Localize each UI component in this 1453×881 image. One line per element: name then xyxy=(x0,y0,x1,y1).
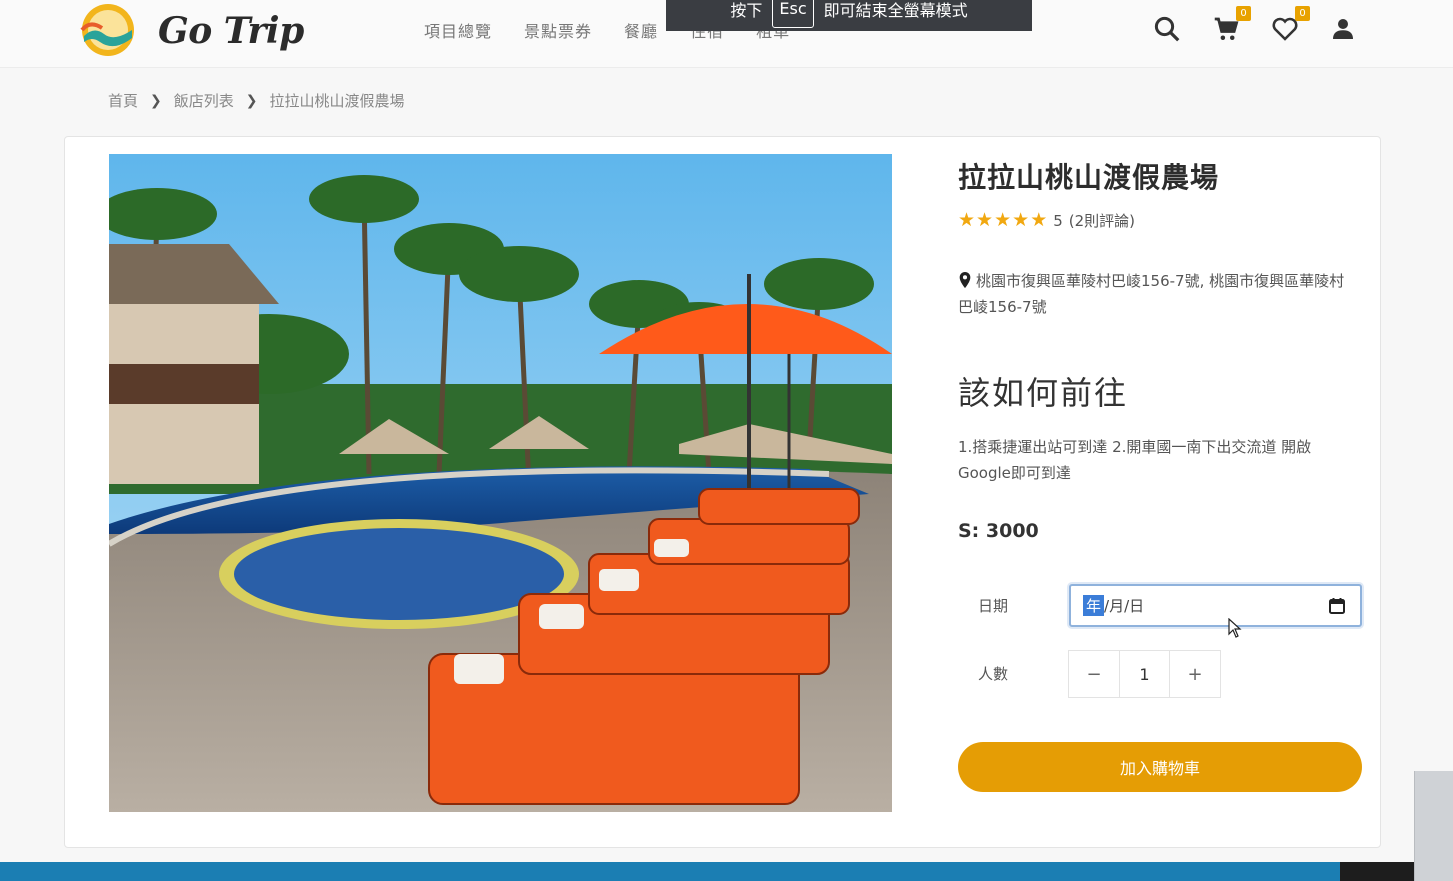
nav-item-tickets[interactable]: 景點票券 xyxy=(524,18,592,42)
quantity-value[interactable]: 1 xyxy=(1119,651,1170,697)
review-count[interactable]: (2則評論) xyxy=(1069,210,1135,231)
increment-button[interactable]: + xyxy=(1170,651,1220,697)
calendar-icon[interactable] xyxy=(1328,597,1346,615)
star-icon: ★ xyxy=(1030,209,1048,231)
add-to-cart-button[interactable]: 加入購物車 xyxy=(958,742,1362,792)
brand-name[interactable]: Go Trip xyxy=(158,10,304,52)
nav-item-restaurants[interactable]: 餐廳 xyxy=(624,18,658,42)
directions-heading: 該如何前往 xyxy=(958,374,1129,412)
breadcrumb-hotel-list[interactable]: 飯店列表 xyxy=(174,90,234,111)
cart-button[interactable]: 0 xyxy=(1211,6,1251,44)
breadcrumb-home[interactable]: 首頁 xyxy=(108,90,138,111)
breadcrumb-current: 拉拉山桃山渡假農場 xyxy=(269,92,405,110)
date-rest-segment[interactable]: /月/日 xyxy=(1104,595,1144,616)
breadcrumb: 首頁 ❯ 飯店列表 ❯ 拉拉山桃山渡假農場 xyxy=(108,90,405,111)
star-icon: ★ xyxy=(976,209,994,231)
chevron-right-icon: ❯ xyxy=(150,92,162,109)
quantity-stepper: − 1 + xyxy=(1068,650,1221,698)
address-text: 桃園市復興區華陵村巴崚156-7號, 桃園市復興區華陵村巴崚156-7號 xyxy=(958,272,1345,316)
toast-suffix: 即可結束全螢幕模式 xyxy=(823,0,968,20)
chevron-right-icon: ❯ xyxy=(245,92,258,109)
date-year-segment[interactable]: 年 xyxy=(1083,595,1105,616)
directions-text: 1.搭乘捷運出站可到達 2.開車國一南下出交流道 開啟Google即可到達 xyxy=(958,438,1312,482)
logo-icon[interactable] xyxy=(80,2,136,58)
toast-prefix: 按下 xyxy=(730,0,763,20)
decrement-button[interactable]: − xyxy=(1069,651,1119,697)
star-rating: ★ ★ ★ ★ ★ xyxy=(958,211,1047,230)
star-icon: ★ xyxy=(994,209,1012,231)
wishlist-count-badge: 0 xyxy=(1295,6,1310,21)
wishlist-button[interactable]: 0 xyxy=(1270,6,1310,44)
product-title: 拉拉山桃山渡假農場 xyxy=(958,161,1220,194)
nav-item-overview[interactable]: 項目總覽 xyxy=(424,18,492,42)
price: S: 3000 xyxy=(958,520,1039,542)
location-pin-icon xyxy=(959,272,971,288)
date-input[interactable]: 年/月/日 xyxy=(1069,584,1362,627)
search-icon[interactable] xyxy=(1152,14,1182,44)
address: 桃園市復興區華陵村巴崚156-7號, 桃園市復興區華陵村巴崚156-7號 xyxy=(958,268,1358,320)
date-label: 日期 xyxy=(978,597,1009,615)
mouse-cursor-icon xyxy=(1228,618,1242,638)
star-icon: ★ xyxy=(958,209,976,231)
rating[interactable]: ★ ★ ★ ★ ★ 5 (2則評論) xyxy=(958,210,1135,231)
cart-count-badge: 0 xyxy=(1236,6,1251,21)
toast-key: Esc xyxy=(772,0,814,28)
fullscreen-toast: 按下 Esc 即可結束全螢幕模式 xyxy=(666,0,1032,31)
footer-stripe xyxy=(0,862,1453,881)
rating-value: 5 xyxy=(1053,211,1063,230)
product-photo xyxy=(109,154,892,812)
people-label: 人數 xyxy=(978,665,1009,683)
user-icon[interactable] xyxy=(1328,14,1358,44)
side-panel-edge xyxy=(1414,771,1453,881)
star-icon: ★ xyxy=(1012,209,1030,231)
